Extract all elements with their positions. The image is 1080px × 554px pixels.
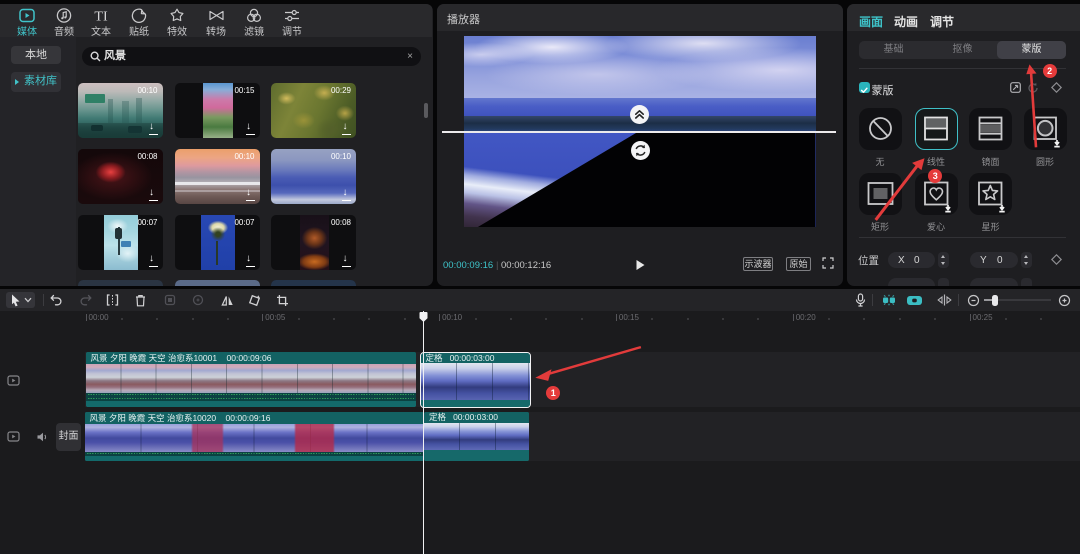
svg-text:TI: TI bbox=[94, 9, 108, 23]
